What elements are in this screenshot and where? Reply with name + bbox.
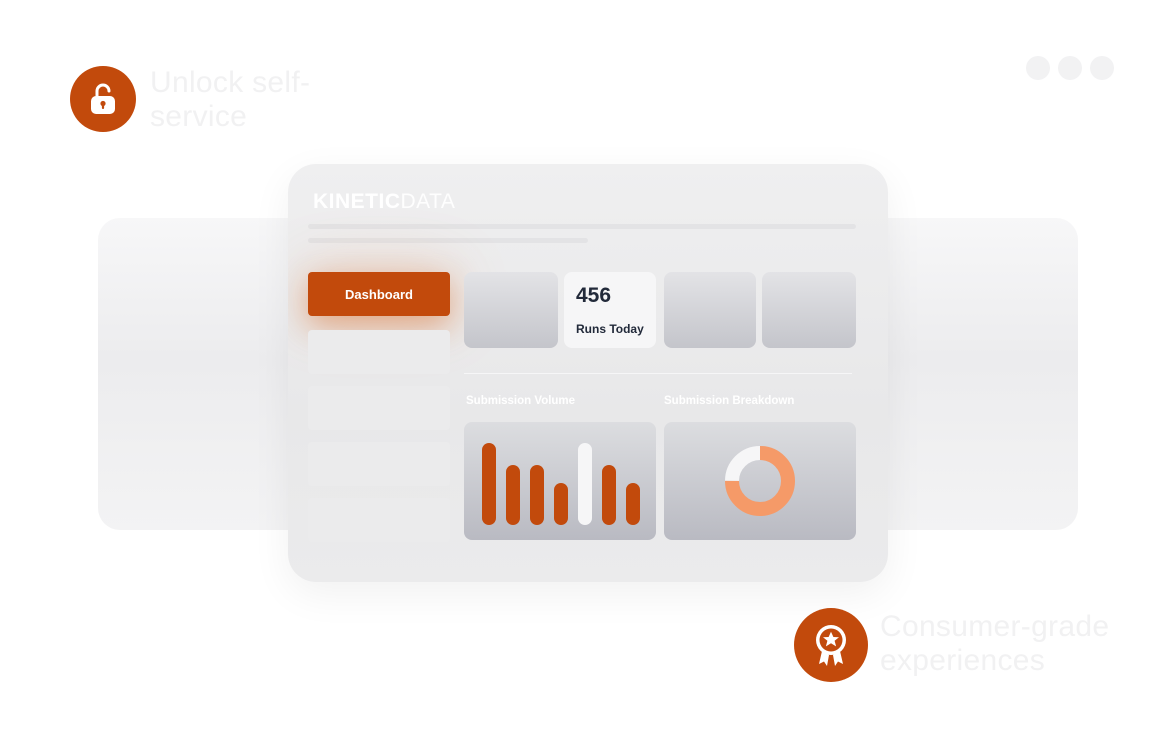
donut-chart <box>725 446 795 516</box>
nav-item[interactable] <box>308 442 450 486</box>
nav-item-dashboard[interactable]: Dashboard <box>308 272 450 316</box>
volume-bar <box>506 465 520 525</box>
dashboard-window: KINETICDATA Dashboard 456 Runs Today Sub… <box>288 164 888 582</box>
nav-item[interactable] <box>308 386 450 430</box>
feature-caption-consumer-grade: Consumer-grade experiences <box>880 610 1110 677</box>
submission-volume-chart[interactable] <box>464 422 656 540</box>
award-badge <box>794 608 868 682</box>
stat-card-runs-today[interactable]: 456 Runs Today <box>564 272 656 348</box>
volume-bar <box>602 465 616 525</box>
volume-bar <box>626 483 640 525</box>
submission-breakdown-title: Submission Breakdown <box>664 395 795 407</box>
window-controls <box>1026 56 1114 80</box>
award-star-icon <box>816 625 846 666</box>
submission-volume-title: Submission Volume <box>466 395 576 407</box>
section-divider <box>464 373 852 374</box>
window-dot <box>1026 56 1050 80</box>
volume-bar <box>578 443 592 525</box>
volume-bar <box>530 465 544 525</box>
header-line <box>308 238 588 243</box>
nav-item[interactable] <box>308 498 450 542</box>
stat-card[interactable] <box>762 272 856 348</box>
volume-bar <box>554 483 568 525</box>
stat-card[interactable] <box>464 272 558 348</box>
stat-value: 456 <box>576 284 612 307</box>
nav-item[interactable] <box>308 330 450 374</box>
volume-bar <box>482 443 496 525</box>
lock-badge <box>70 66 136 132</box>
kinetic-data-logo: KINETICDATA <box>313 190 456 213</box>
header-line <box>308 224 856 229</box>
feature-caption-self-service: Unlock self-service <box>150 66 311 133</box>
submission-breakdown-chart[interactable] <box>664 422 856 540</box>
window-dot <box>1058 56 1082 80</box>
lock-open-icon <box>91 83 115 114</box>
window-dot <box>1090 56 1114 80</box>
stat-label: Runs Today <box>576 322 644 336</box>
stat-card[interactable] <box>664 272 756 348</box>
